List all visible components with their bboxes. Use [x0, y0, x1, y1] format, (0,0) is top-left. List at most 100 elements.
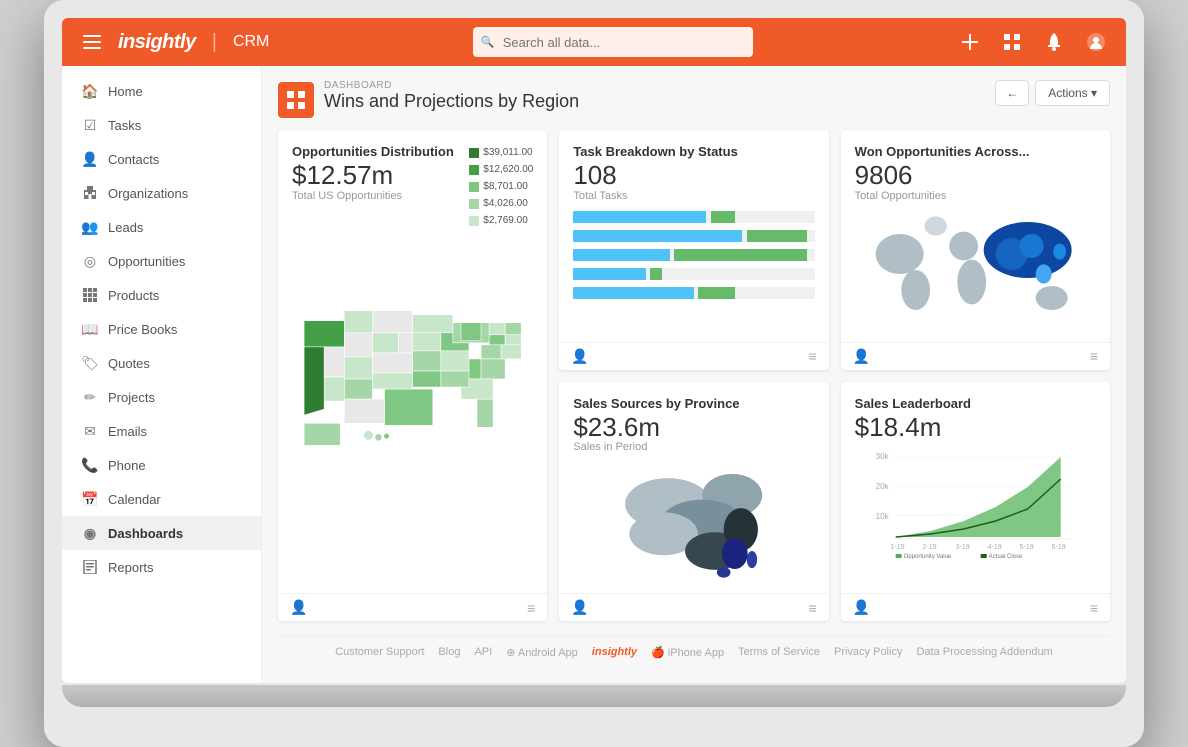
top-navigation: insightly | CRM: [62, 18, 1126, 66]
bar-blue-3: [573, 249, 670, 261]
search-input[interactable]: [473, 27, 753, 57]
bar-green-1: [711, 211, 735, 223]
breadcrumb-section: DASHBOARD: [324, 80, 579, 91]
footer-customer-support[interactable]: Customer Support: [335, 646, 424, 659]
card-won: Won Opportunities Across... 9806 Total O…: [841, 130, 1110, 370]
breadcrumb-actions: ← Actions ▾: [995, 80, 1110, 106]
opp-number: $12.57m: [292, 161, 454, 190]
sidebar-item-opportunities[interactable]: ◎ Opportunities: [62, 244, 261, 278]
notifications-icon[interactable]: [1040, 28, 1068, 56]
sidebar-item-phone[interactable]: 📞 Phone: [62, 448, 261, 482]
legend-label-3: $8,701.00: [483, 178, 528, 195]
sidebar-item-tasks[interactable]: ☑ Tasks: [62, 108, 261, 142]
bar-track-1: [573, 211, 814, 223]
footer-privacy[interactable]: Privacy Policy: [834, 646, 902, 659]
bar-row-3: [573, 248, 814, 262]
svg-text:3-19: 3-19: [955, 544, 969, 551]
add-icon[interactable]: [956, 28, 984, 56]
footer-iphone[interactable]: 🍎 iPhone App: [651, 646, 724, 659]
bar-blue-4: [573, 268, 645, 280]
opp-subtitle: Total US Opportunities: [292, 190, 454, 202]
sidebar-item-dashboards[interactable]: ◉ Dashboards: [62, 516, 261, 550]
sidebar-label-dashboards: Dashboards: [108, 526, 183, 541]
sidebar-label-quotes: Quotes: [108, 356, 150, 371]
legend-item-3: $8,701.00: [469, 178, 533, 195]
svg-text:4-19: 4-19: [987, 544, 1001, 551]
search-bar[interactable]: [301, 27, 924, 57]
leaderboard-title: Sales Leaderboard: [855, 396, 1096, 411]
sidebar-item-quotes[interactable]: 🏷 Quotes: [62, 346, 261, 380]
footer-logo: insightly: [592, 646, 637, 659]
bar-track-3: [573, 249, 814, 261]
card-sales-sources: Sales Sources by Province $23.6m Sales i…: [559, 382, 828, 622]
bar-track-4: [573, 268, 814, 280]
dashboard-grid: Opportunities Distribution $12.57m Total…: [278, 130, 1110, 621]
sidebar-item-reports[interactable]: Reports: [62, 550, 261, 584]
sidebar-item-organizations[interactable]: Organizations: [62, 176, 261, 210]
won-footer-person-icon: 👤: [853, 348, 870, 365]
menu-icon[interactable]: [78, 28, 106, 56]
bar-track-2: [573, 230, 814, 242]
sidebar-item-price-books[interactable]: 📖 Price Books: [62, 312, 261, 346]
sales-title: Sales Sources by Province: [573, 396, 814, 411]
sidebar-item-contacts[interactable]: 👤 Contacts: [62, 142, 261, 176]
sidebar: 🏠 Home ☑ Tasks 👤 Contacts: [62, 66, 262, 683]
sales-footer-list-icon: ≡: [808, 600, 816, 616]
sidebar-item-leads[interactable]: 👥 Leads: [62, 210, 261, 244]
sales-footer-person-icon: 👤: [571, 599, 588, 616]
opp-footer-person-icon: 👤: [290, 599, 307, 616]
won-title: Won Opportunities Across...: [855, 144, 1096, 159]
grid-icon[interactable]: [998, 28, 1026, 56]
opp-card-footer: 👤 ≡: [278, 593, 547, 621]
calendar-icon: 📅: [82, 491, 98, 507]
nav-icon-group: [956, 28, 1110, 56]
sidebar-item-home[interactable]: 🏠 Home: [62, 74, 261, 108]
legend-dot-2: [469, 165, 479, 175]
sales-number: $23.6m: [573, 413, 814, 442]
sidebar-label-organizations: Organizations: [108, 186, 188, 201]
bar-row-2: [573, 229, 814, 243]
sidebar-item-projects[interactable]: ✏ Projects: [62, 380, 261, 414]
legend-item-1: $39,011.00: [469, 144, 533, 161]
legend-label-4: $4,026.00: [483, 195, 528, 212]
china-map: [573, 461, 814, 581]
sidebar-item-products[interactable]: Products: [62, 278, 261, 312]
won-card-footer: 👤 ≡: [841, 342, 1110, 370]
product-label: CRM: [233, 33, 269, 51]
footer-android[interactable]: ⊕ Android App: [506, 646, 578, 659]
nav-divider: |: [212, 31, 217, 54]
card-opportunities: Opportunities Distribution $12.57m Total…: [278, 130, 547, 621]
sidebar-label-reports: Reports: [108, 560, 154, 575]
user-avatar-icon[interactable]: [1082, 28, 1110, 56]
leaderboard-card-footer: 👤 ≡: [841, 593, 1110, 621]
us-map: [292, 235, 533, 515]
dashboard-icon-box: [278, 82, 314, 118]
svg-text:6-19: 6-19: [1051, 544, 1065, 551]
tasks-title: Task Breakdown by Status: [573, 144, 814, 159]
tasks-card-footer: 👤 ≡: [559, 342, 828, 370]
sidebar-label-contacts: Contacts: [108, 152, 159, 167]
actions-button[interactable]: Actions ▾: [1035, 80, 1110, 106]
price-books-icon: 📖: [82, 321, 98, 337]
svg-text:10k: 10k: [875, 512, 889, 521]
world-map: [855, 210, 1096, 330]
legend-label-2: $12,620.00: [483, 161, 533, 178]
page-footer: Customer Support Blog API ⊕ Android App …: [278, 635, 1110, 669]
bar-green-5: [698, 287, 734, 299]
quotes-icon: 🏷: [82, 355, 98, 371]
footer-api[interactable]: API: [474, 646, 492, 659]
footer-data-processing[interactable]: Data Processing Addendum: [916, 646, 1052, 659]
sidebar-label-products: Products: [108, 288, 159, 303]
legend-label-5: $2,769.00: [483, 212, 528, 229]
sidebar-label-home: Home: [108, 84, 143, 99]
back-button[interactable]: ←: [995, 80, 1029, 106]
sidebar-item-emails[interactable]: ✉ Emails: [62, 414, 261, 448]
svg-text:5-19: 5-19: [1019, 544, 1033, 551]
svg-text:1-19: 1-19: [890, 544, 904, 551]
sidebar-label-opportunities: Opportunities: [108, 254, 185, 269]
bar-blue-5: [573, 287, 694, 299]
footer-terms[interactable]: Terms of Service: [738, 646, 820, 659]
sidebar-label-price-books: Price Books: [108, 322, 177, 337]
footer-blog[interactable]: Blog: [438, 646, 460, 659]
sidebar-item-calendar[interactable]: 📅 Calendar: [62, 482, 261, 516]
